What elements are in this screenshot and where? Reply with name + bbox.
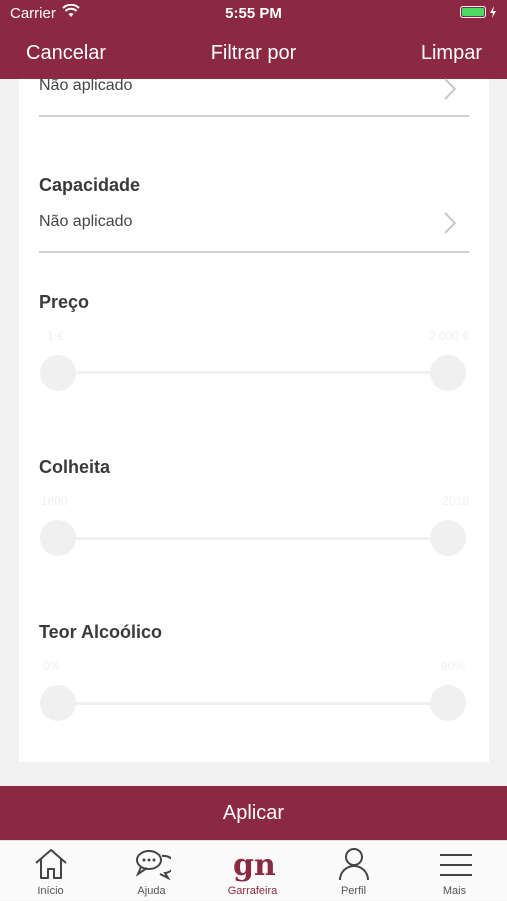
alcohol-title: Teor Alcoólico [39, 622, 163, 642]
harvest-title: Colheita [39, 457, 111, 477]
tab-perfil[interactable]: Perfil [303, 841, 404, 901]
capacity-value: Não aplicado [39, 213, 133, 230]
tab-inicio[interactable]: Início [0, 841, 101, 901]
apply-button[interactable]: Aplicar [0, 786, 507, 840]
tab-garrafeira[interactable]: gn Garrafeira [202, 841, 303, 901]
alcohol-min-handle[interactable] [40, 685, 76, 721]
clear-button[interactable]: Limpar [421, 42, 482, 65]
alcohol-min-label: 0% [43, 659, 61, 673]
filter-card: Não aplicado Capacidade Não aplicado Pre… [19, 77, 489, 762]
price-title: Preço [39, 292, 90, 312]
harvest-max-handle[interactable] [430, 520, 466, 556]
price-min-handle[interactable] [40, 355, 76, 391]
tab-label: Mais [442, 885, 467, 897]
price-slider-track [58, 371, 448, 374]
harvest-min-handle[interactable] [40, 520, 76, 556]
harvest-slider-track [58, 537, 448, 540]
divider [39, 115, 469, 117]
tab-ajuda[interactable]: Ajuda [101, 841, 202, 901]
tab-label: Perfil [340, 885, 367, 897]
alcohol-max-label: 90% [440, 659, 465, 673]
svg-text:gn: gn [233, 848, 275, 883]
capacity-title: Capacidade [39, 175, 141, 195]
tab-bar: Início Ajuda gn Garrafeira Perfil Mais [0, 840, 507, 900]
harvest-min-label: 1800 [41, 494, 68, 508]
price-max-label: 2 000 € [428, 329, 469, 343]
alcohol-slider-track [58, 702, 448, 705]
harvest-max-label: 2018 [442, 494, 469, 508]
tab-label: Garrafeira [227, 885, 278, 897]
chevron-right-icon [443, 77, 457, 106]
chevron-right-icon [443, 211, 457, 240]
tab-label: Ajuda [137, 885, 166, 897]
filter-value: Não aplicado [39, 77, 133, 94]
clock: 5:55 PM [225, 5, 282, 22]
alcohol-max-handle[interactable] [430, 685, 466, 721]
price-min-label: 1 € [47, 329, 64, 343]
status-bar: Carrier 5:55 PM [0, 0, 507, 28]
tab-mais[interactable]: Mais [404, 841, 505, 901]
navigation-bar: Cancelar Filtrar por Limpar [0, 28, 507, 79]
tab-label: Início [37, 885, 64, 897]
battery-icon [460, 6, 497, 18]
price-max-handle[interactable] [430, 355, 466, 391]
divider [39, 251, 469, 253]
